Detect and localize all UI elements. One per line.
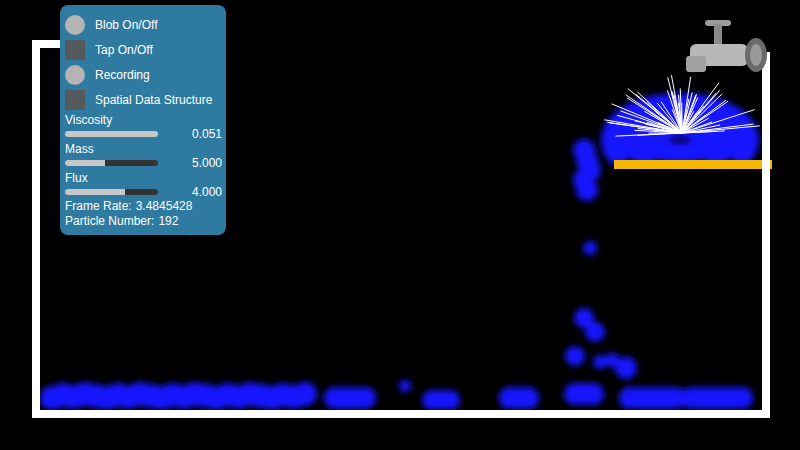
stat-label: Particle Number:	[65, 214, 154, 229]
toggle-label: Spatial Data Structure	[95, 93, 212, 107]
shelf	[614, 160, 772, 169]
stat-value: 3.4845428	[136, 199, 193, 214]
toggle-button[interactable]	[65, 15, 85, 35]
toggle-row[interactable]: Recording	[65, 62, 222, 87]
spray-line	[679, 95, 682, 133]
slider-reading: 4.000	[192, 185, 222, 199]
spray-line	[682, 83, 719, 133]
toggle-label: Blob On/Off	[95, 18, 157, 32]
simulation-screen: Blob On/Off Tap On/Off Recording Spatial…	[0, 0, 800, 450]
stat-label: Frame Rate:	[65, 199, 132, 214]
slider: Flux 4.000	[65, 171, 222, 199]
particle	[583, 241, 597, 255]
slider-label: Mass	[65, 142, 222, 156]
toggle-button[interactable]	[65, 90, 85, 110]
control-panel: Blob On/Off Tap On/Off Recording Spatial…	[60, 5, 226, 235]
container-left-wall	[32, 40, 40, 418]
spray-line	[628, 89, 682, 133]
toggle-row[interactable]: Tap On/Off	[65, 37, 222, 62]
toggle-button[interactable]	[65, 65, 85, 85]
container-floor	[32, 410, 770, 418]
particle	[576, 179, 598, 201]
slider-label: Flux	[65, 171, 222, 185]
spray-line	[604, 120, 682, 133]
slider: Mass 5.000	[65, 142, 222, 170]
toggle-row[interactable]: Blob On/Off	[65, 12, 222, 37]
particle	[440, 390, 460, 410]
particle	[737, 125, 759, 147]
stat-line: Particle Number: 192	[65, 214, 222, 229]
spray-line	[682, 94, 697, 133]
spray-line	[612, 104, 682, 133]
slider-track[interactable]	[65, 131, 158, 137]
slider-fill	[65, 131, 158, 137]
slider-track[interactable]	[65, 160, 158, 166]
toggle-button[interactable]	[65, 40, 85, 60]
particle	[593, 355, 607, 369]
stat-value: 192	[158, 214, 178, 229]
slider-track[interactable]	[65, 189, 158, 195]
particle	[585, 322, 605, 342]
spray-line	[647, 102, 682, 133]
spray-line	[616, 133, 682, 136]
slider-fill	[65, 160, 105, 166]
faucet-icon[interactable]	[686, 20, 767, 72]
particle	[517, 387, 539, 409]
spray-line	[682, 122, 712, 133]
particle	[354, 387, 376, 409]
spray-line	[682, 111, 694, 133]
slider-reading: 5.000	[192, 156, 222, 170]
container-right-wall	[762, 52, 770, 418]
stat-line: Frame Rate: 3.4845428	[65, 199, 222, 214]
slider: Viscosity 0.051	[65, 113, 222, 141]
slider-reading: 0.051	[192, 127, 222, 141]
particle	[293, 382, 317, 406]
slider-fill	[65, 189, 125, 195]
spray-line	[657, 103, 682, 133]
particle	[565, 346, 585, 366]
slider-label: Viscosity	[65, 113, 222, 127]
particle	[605, 353, 619, 367]
toggle-label: Tap On/Off	[95, 43, 153, 57]
toggle-label: Recording	[95, 68, 150, 82]
particle	[582, 383, 604, 405]
spray-lines	[604, 75, 760, 136]
spray-line	[682, 94, 722, 133]
spray-line	[627, 98, 682, 133]
particle	[399, 380, 411, 392]
toggle-row[interactable]: Spatial Data Structure	[65, 87, 222, 112]
particle	[731, 387, 753, 409]
